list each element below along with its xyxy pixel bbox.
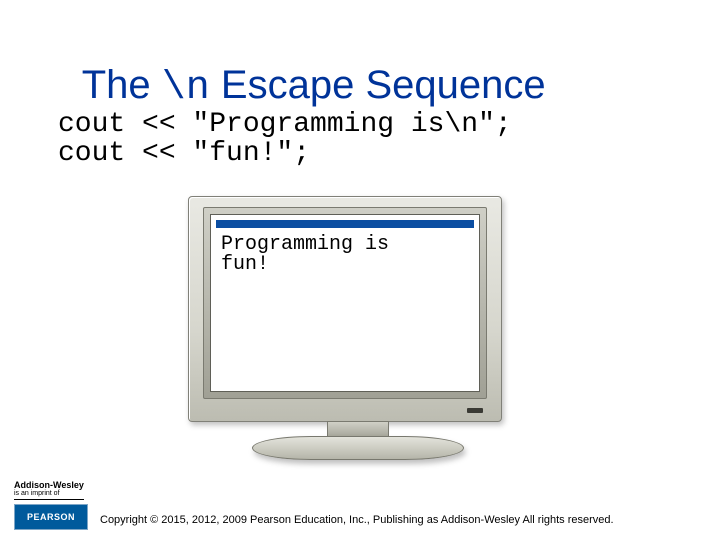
title-suffix: Escape Sequence (210, 63, 546, 107)
pearson-logo: PEARSON (14, 504, 88, 530)
monitor-neck (327, 421, 389, 437)
monitor-bezel: Programming is fun! (203, 207, 487, 399)
window-titlebar (216, 220, 474, 228)
addison-wesley-logo: Addison-Wesley is an imprint of (14, 481, 88, 500)
aw-name: Addison-Wesley (14, 481, 88, 490)
slide: The \n Escape Sequence cout << "Programm… (0, 0, 720, 540)
monitor-illustration: Programming is fun! (188, 196, 528, 476)
program-output: Programming is fun! (221, 235, 389, 275)
monitor-base (252, 436, 464, 460)
title-mono: \n (162, 66, 210, 111)
monitor-case: Programming is fun! (188, 196, 502, 422)
aw-rule (14, 499, 84, 500)
aw-tag: is an imprint of (14, 490, 88, 497)
code-example: cout << "Programming is\n"; cout << "fun… (58, 110, 512, 169)
power-indicator (467, 408, 483, 413)
monitor-screen: Programming is fun! (210, 214, 480, 392)
slide-footer: Addison-Wesley is an imprint of PEARSON … (14, 474, 706, 530)
pearson-text: PEARSON (27, 512, 75, 522)
copyright-text: Copyright © 2015, 2012, 2009 Pearson Edu… (100, 514, 614, 526)
title-prefix: The (82, 63, 162, 107)
